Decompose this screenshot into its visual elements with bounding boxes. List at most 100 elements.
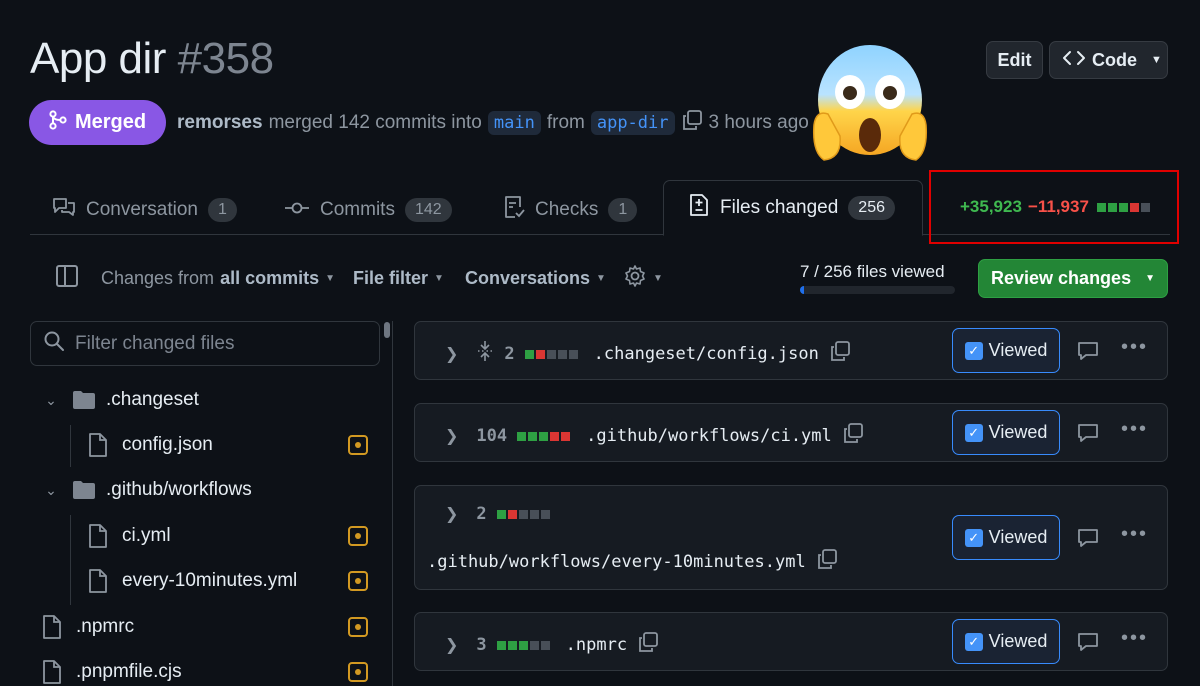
file-header: ❯ 2: [445, 504, 552, 524]
viewed-label: Viewed: [988, 422, 1048, 442]
tab-checks[interactable]: Checks 1: [503, 186, 638, 234]
checkbox-checked-icon: ✓: [964, 632, 983, 651]
comment-icon[interactable]: [1077, 340, 1099, 367]
viewed-checkbox[interactable]: ✓ Viewed: [952, 619, 1060, 664]
chevron-down-icon: ⌄: [45, 481, 57, 498]
comment-icon[interactable]: [1077, 527, 1099, 554]
tab-commits[interactable]: Commits 142: [284, 186, 452, 234]
files-viewed-progress: [800, 286, 955, 294]
author-link[interactable]: remorses: [177, 112, 263, 134]
merge-time: 3 hours ago: [708, 112, 809, 133]
file-diff-icon: [688, 193, 710, 223]
file-icon: [42, 615, 68, 639]
sidebar-scrollbar[interactable]: [384, 322, 390, 338]
diff-block: [518, 510, 528, 519]
conversations-dropdown[interactable]: Conversations ▼: [465, 268, 606, 289]
diff-block: [517, 431, 527, 441]
diff-blocks: [496, 635, 552, 655]
tab-conversation[interactable]: Conversation 1: [52, 186, 237, 234]
pr-number: #358: [177, 34, 274, 83]
checkbox-checked-icon: ✓: [964, 528, 983, 547]
comment-discussion-icon: [52, 196, 76, 224]
kebab-menu-icon[interactable]: •••: [1121, 336, 1148, 359]
tree-dir-github-workflows[interactable]: ⌄ .github/workflows: [30, 470, 380, 510]
file-filter-dropdown[interactable]: File filter ▼: [353, 268, 444, 289]
git-commit-icon: [284, 199, 310, 221]
tab-files-changed[interactable]: Files changed 256: [663, 180, 923, 236]
chevron-right-icon[interactable]: ❯: [445, 344, 458, 364]
tree-dir-changeset[interactable]: ⌄ .changeset: [30, 380, 380, 420]
copy-icon[interactable]: [829, 340, 851, 367]
chevron-right-icon[interactable]: ❯: [445, 504, 458, 524]
progress-fill: [800, 286, 805, 294]
chevron-right-icon[interactable]: ❯: [445, 426, 458, 446]
changes-from-dropdown[interactable]: Changes from all commits ▼: [101, 268, 335, 289]
from-text: from: [546, 112, 585, 133]
tab-label: Checks: [535, 199, 599, 220]
additions-count: +35,923: [960, 197, 1022, 216]
diff-block: [524, 349, 534, 359]
file-icon: [42, 660, 68, 684]
kebab-menu-icon[interactable]: •••: [1121, 418, 1148, 441]
viewed-label: Viewed: [988, 631, 1048, 651]
file-modified-icon: [348, 617, 368, 637]
copy-icon[interactable]: [681, 109, 703, 137]
folder-icon: [72, 390, 98, 410]
viewed-checkbox[interactable]: ✓ Viewed: [952, 328, 1060, 373]
file-modified-icon: [348, 435, 368, 455]
file-diff-card: ❯ 2 .changeset/config.json ✓ Viewed •••: [414, 321, 1168, 380]
tree-item-name: .github/workflows: [106, 479, 252, 500]
file-diff-card: ❯ 104 .github/workflows/ci.yml ✓ Viewed …: [414, 403, 1168, 462]
code-button[interactable]: Code ▼: [1049, 41, 1168, 79]
viewed-checkbox[interactable]: ✓ Viewed: [952, 410, 1060, 455]
viewed-checkbox[interactable]: ✓ Viewed: [952, 515, 1060, 560]
file-modified-icon: [348, 662, 368, 682]
file-name[interactable]: .npmrc: [566, 635, 627, 655]
tree-file-every-10minutes-yml[interactable]: every-10minutes.yml: [30, 561, 380, 601]
kebab-menu-icon[interactable]: •••: [1121, 627, 1148, 650]
filter-files-input[interactable]: Filter changed files: [30, 321, 380, 366]
merge-summary: remorses merged 142 commits into main fr…: [177, 108, 809, 138]
diff-block: [539, 431, 549, 441]
change-count: 2: [476, 504, 487, 524]
file-name[interactable]: .github/workflows/every-10minutes.yml: [427, 552, 806, 572]
file-name[interactable]: .github/workflows/ci.yml: [586, 426, 832, 446]
tree-item-name: every-10minutes.yml: [122, 570, 298, 591]
diff-block: [507, 510, 517, 519]
head-branch[interactable]: app-dir: [590, 111, 675, 135]
tree-file-pnpmfile-cjs[interactable]: .pnpmfile.cjs: [30, 652, 380, 686]
copy-icon[interactable]: [842, 422, 864, 449]
file-name-row: .github/workflows/every-10minutes.yml: [427, 548, 838, 575]
kebab-menu-icon[interactable]: •••: [1121, 523, 1148, 546]
unfold-icon[interactable]: [476, 340, 494, 367]
code-icon: [1062, 50, 1086, 71]
diff-block: [550, 431, 560, 441]
checkbox-checked-icon: ✓: [964, 341, 983, 360]
copy-icon[interactable]: [637, 631, 659, 658]
file-icon: [88, 569, 114, 593]
diff-block: [546, 349, 556, 359]
base-branch[interactable]: main: [487, 111, 541, 135]
changes-value: all commits: [220, 268, 320, 288]
tree-file-config-json[interactable]: config.json: [30, 425, 380, 465]
settings-dropdown[interactable]: ▼: [623, 264, 663, 293]
tree-item-name: .pnpmfile.cjs: [76, 661, 182, 682]
copy-icon[interactable]: [816, 548, 838, 575]
change-count: 104: [476, 425, 508, 446]
sidebar-toggle-icon[interactable]: [56, 265, 78, 287]
comment-icon[interactable]: [1077, 422, 1099, 449]
comment-icon[interactable]: [1077, 631, 1099, 658]
diff-block: [518, 640, 528, 650]
file-name[interactable]: .changeset/config.json: [594, 344, 819, 364]
sidebar-divider: [392, 321, 393, 686]
chevron-right-icon[interactable]: ❯: [445, 635, 458, 655]
tree-file-npmrc[interactable]: .npmrc: [30, 607, 380, 647]
tree-file-ci-yml[interactable]: ci.yml: [30, 516, 380, 556]
file-header: ❯ 104 .github/workflows/ci.yml: [445, 422, 864, 449]
review-changes-button[interactable]: Review changes ▼: [978, 259, 1168, 298]
diff-block: [529, 510, 539, 519]
tab-counter: 256: [848, 196, 895, 220]
edit-button[interactable]: Edit: [986, 41, 1043, 79]
code-button-label: Code: [1092, 49, 1137, 70]
diff-block: [540, 640, 550, 650]
